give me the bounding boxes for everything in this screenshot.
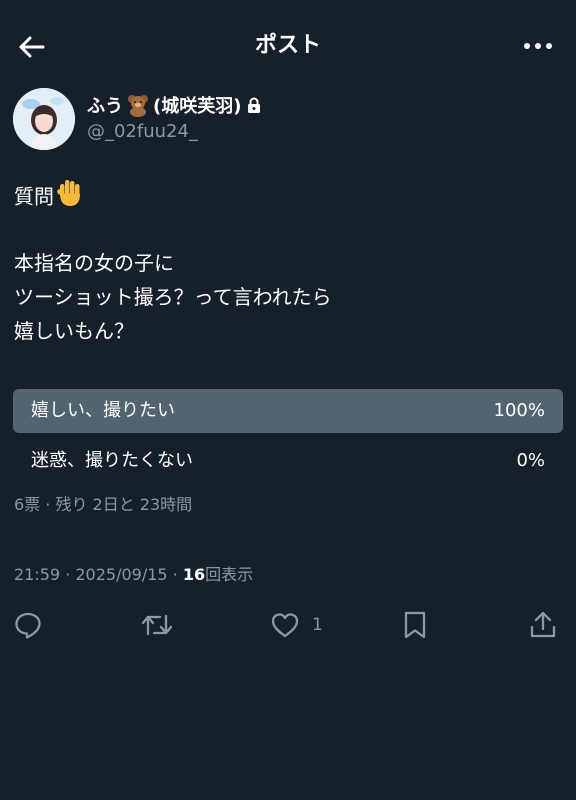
poll-option-label: 迷惑、撮りたくない: [31, 450, 193, 471]
action-bar: 1: [0, 607, 576, 643]
poll-option-winner: 嬉しい、撮りたい 100%: [13, 389, 563, 433]
post-line: 嬉しいもん？: [14, 319, 134, 343]
poll-meta: 6票 · 残り 2日と 23時間: [14, 495, 193, 514]
poll-option: 迷惑、撮りたくない 0%: [13, 439, 563, 483]
share-button[interactable]: [528, 607, 558, 643]
more-dots-icon: [524, 43, 552, 49]
display-name-text: ふう: [87, 96, 123, 117]
like-button[interactable]: 1: [270, 607, 323, 643]
display-name[interactable]: ふう (城咲芙羽): [87, 91, 261, 119]
reply-button[interactable]: [13, 607, 43, 643]
post-line: 本指名の女の子に: [14, 251, 174, 275]
post-text: 質問 本指名の女の子に ツーショット撮ろ？って言われたら 嬉しいもん？: [14, 178, 562, 348]
user-handle[interactable]: @_02fuu24_: [87, 119, 198, 145]
poll-option-percent: 100%: [493, 400, 545, 421]
top-bar: ポスト: [0, 0, 576, 92]
post-line: 質問: [14, 178, 562, 212]
poll-option-label: 嬉しい、撮りたい: [31, 400, 175, 421]
post-text-question: 質問: [14, 184, 54, 209]
reply-icon: [15, 612, 41, 639]
views-count: 16: [182, 565, 206, 584]
repost-button[interactable]: [140, 607, 174, 643]
like-count: 1: [312, 615, 323, 635]
heart-icon: [271, 613, 299, 638]
lock-icon: [247, 97, 261, 114]
poll-option-percent: 0%: [516, 450, 545, 471]
teddy-bear-emoji-icon: [126, 93, 150, 117]
post-timestamp[interactable]: 21:59 · 2025/09/15 ·: [14, 565, 183, 584]
post-meta: 21:59 · 2025/09/15 · 16回表示: [14, 564, 253, 586]
views-label: 回表示: [205, 565, 254, 584]
repost-icon: [141, 614, 173, 636]
poll: 嬉しい、撮りたい 100% 迷惑、撮りたくない 0%: [13, 389, 563, 489]
page-title: ポスト: [254, 33, 321, 58]
share-icon: [530, 611, 556, 638]
avatar-image: [13, 88, 75, 150]
bookmark-icon: [404, 611, 426, 639]
display-name-suffix: (城咲芙羽): [153, 96, 242, 117]
bookmark-button[interactable]: [402, 607, 428, 643]
more-options-button[interactable]: [520, 30, 556, 62]
post-line: ツーショット撮ろ？って言われたら: [14, 285, 332, 309]
raised-hand-emoji-icon: [56, 178, 84, 218]
avatar[interactable]: [13, 88, 75, 150]
